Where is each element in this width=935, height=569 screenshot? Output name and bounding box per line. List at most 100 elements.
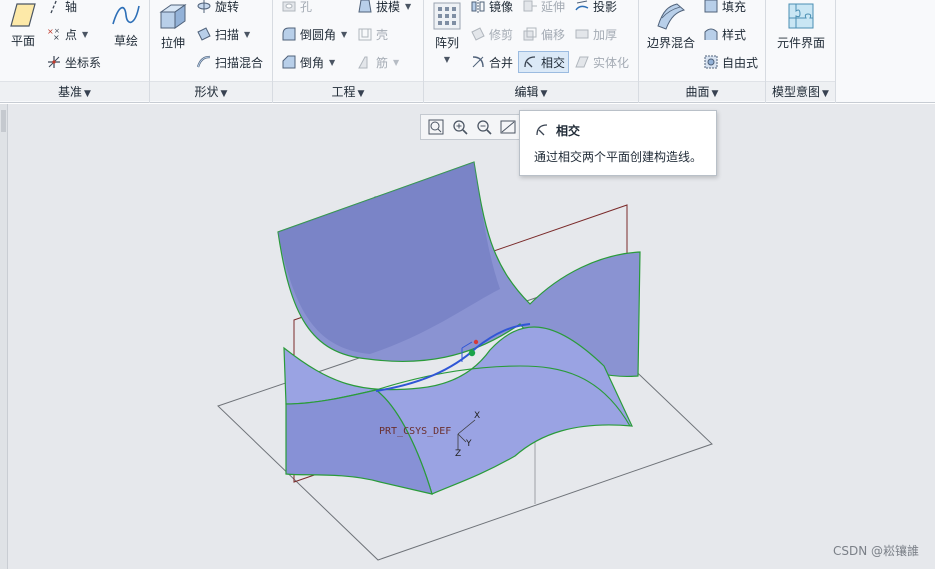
refit-icon[interactable]	[427, 118, 445, 136]
extend-icon	[523, 0, 537, 12]
tooltip-title: 相交	[556, 124, 581, 138]
group-engineering-label[interactable]: 工程 ▼	[273, 81, 423, 101]
fill-button[interactable]: 填充	[703, 0, 746, 17]
chevron-down-icon[interactable]: ▼	[244, 30, 250, 39]
freestyle-button[interactable]: 自由式	[703, 51, 758, 73]
group-datum: 平面 轴 × × × 点 ▼ 坐标系 草绘 基准 ▼	[0, 0, 150, 103]
mirror-button[interactable]: 镜像	[470, 0, 513, 17]
axis-z-label: Z	[455, 449, 461, 459]
pattern-button[interactable]: 阵列 ▼	[430, 2, 464, 64]
point-button[interactable]: × × × 点 ▼	[46, 23, 88, 45]
point-icon: ×××	[47, 27, 60, 42]
hole-button[interactable]: 孔	[281, 0, 312, 17]
thicken-icon	[575, 29, 589, 39]
axis-icon	[50, 0, 58, 14]
group-editing: 阵列 ▼ 镜像 修剪 合并 延伸 偏移 相交 投影 加厚 实体化 编辑 ▼	[424, 0, 639, 103]
component-interface-button[interactable]: 元件界面	[772, 2, 830, 51]
axis-y-label: Y	[465, 439, 472, 449]
chamfer-icon	[282, 55, 296, 69]
revolve-button[interactable]: 旋转	[196, 0, 239, 17]
revolve-icon	[197, 0, 211, 13]
merge-button[interactable]: 合并	[470, 51, 513, 73]
csys-label: PRT_CSYS_DEF	[379, 426, 451, 437]
rib-button[interactable]: 筋 ▼	[357, 51, 399, 73]
chevron-down-icon: ▼	[822, 89, 829, 99]
group-engineering: 孔 倒圆角 ▼ 倒角 ▼ 拔模 ▼ 壳 筋 ▼ 工程 ▼	[273, 0, 424, 103]
group-editing-label[interactable]: 编辑 ▼	[424, 81, 638, 101]
repaint-icon[interactable]	[499, 118, 517, 136]
pattern-icon	[433, 2, 461, 30]
thicken-button[interactable]: 加厚	[574, 23, 617, 45]
view-toolbar	[420, 114, 532, 140]
ribbon: 平面 轴 × × × 点 ▼ 坐标系 草绘 基准 ▼ 拉伸 旋转 扫描 ▼ 扫描…	[0, 0, 935, 103]
solidify-button[interactable]: 实体化	[574, 51, 629, 73]
offset-icon	[523, 27, 537, 41]
group-shapes-label[interactable]: 形状 ▼	[150, 81, 272, 101]
model-viewport[interactable]: PRT_CSYS_DEF X Y Z	[0, 104, 935, 569]
style-icon	[704, 28, 718, 40]
extend-button[interactable]: 延伸	[522, 0, 565, 17]
boundary-blend-icon	[657, 3, 686, 30]
group-model-intent: 元件界面 模型意图 ▼	[766, 0, 836, 103]
draft-button[interactable]: 拔模 ▼	[357, 0, 411, 17]
watermark: CSDN @崧镶誰	[832, 544, 919, 558]
chamfer-button[interactable]: 倒角 ▼	[281, 51, 335, 73]
group-shapes: 拉伸 旋转 扫描 ▼ 扫描混合 形状 ▼	[150, 0, 273, 103]
intersect-icon	[536, 124, 548, 136]
chevron-down-icon[interactable]: ▼	[430, 55, 464, 64]
chevron-down-icon: ▼	[84, 89, 91, 99]
style-button[interactable]: 样式	[703, 23, 746, 45]
merge-icon	[472, 56, 484, 68]
intersect-icon	[524, 56, 536, 68]
extrude-icon	[159, 4, 187, 29]
freestyle-icon	[704, 55, 718, 69]
axis-button[interactable]: 轴	[46, 0, 77, 17]
draft-icon	[358, 0, 372, 13]
chevron-down-icon[interactable]: ▼	[329, 58, 335, 67]
group-surfaces-label[interactable]: 曲面 ▼	[639, 81, 765, 101]
intersect-tooltip: 相交 通过相交两个平面创建构造线。	[519, 110, 717, 176]
chevron-down-icon: ▼	[711, 89, 719, 99]
shell-icon	[358, 28, 372, 41]
sketch-icon	[112, 5, 140, 25]
extrude-button[interactable]: 拉伸	[156, 2, 190, 51]
zoom-out-icon[interactable]	[475, 118, 493, 136]
intersect-button[interactable]: 相交	[518, 51, 570, 73]
plane-button[interactable]: 平面	[6, 2, 40, 49]
rib-icon	[358, 56, 368, 69]
group-datum-label[interactable]: 基准 ▼	[0, 81, 149, 101]
chevron-down-icon[interactable]: ▼	[393, 58, 399, 67]
chevron-down-icon: ▼	[540, 89, 548, 99]
round-icon	[282, 27, 296, 41]
chevron-down-icon[interactable]: ▼	[341, 30, 347, 39]
csys-icon	[48, 56, 60, 68]
zoom-in-icon[interactable]	[451, 118, 469, 136]
trim-button[interactable]: 修剪	[470, 23, 513, 45]
group-surfaces: 边界混合 填充 样式 自由式 曲面 ▼	[639, 0, 766, 103]
project-icon	[575, 0, 589, 11]
solidify-icon	[575, 56, 589, 68]
trim-icon	[471, 27, 485, 41]
sketch-button[interactable]: 草绘	[108, 2, 144, 49]
tooltip-description: 通过相交两个平面创建构造线。	[534, 150, 703, 164]
shell-button[interactable]: 壳	[357, 23, 388, 45]
chevron-down-icon[interactable]: ▼	[82, 30, 88, 39]
sweep-button[interactable]: 扫描 ▼	[196, 23, 250, 45]
chevron-down-icon[interactable]: ▼	[405, 2, 411, 11]
hole-icon	[282, 1, 296, 12]
offset-button[interactable]: 偏移	[522, 23, 565, 45]
group-model-intent-label[interactable]: 模型意图 ▼	[766, 81, 835, 101]
svg-text:×: ×	[54, 27, 60, 35]
fill-icon	[704, 0, 718, 13]
chevron-down-icon: ▼	[220, 89, 228, 99]
axis-x-label: X	[474, 411, 480, 421]
sweep-icon	[197, 27, 211, 41]
round-button[interactable]: 倒圆角 ▼	[281, 23, 347, 45]
chevron-down-icon: ▼	[357, 89, 365, 99]
swept-blend-button[interactable]: 扫描混合	[196, 51, 263, 73]
project-button[interactable]: 投影	[574, 0, 617, 17]
plane-icon	[10, 3, 36, 27]
csys-button[interactable]: 坐标系	[46, 51, 101, 73]
boundary-blend-button[interactable]: 边界混合	[643, 2, 699, 51]
mirror-icon	[471, 0, 485, 13]
